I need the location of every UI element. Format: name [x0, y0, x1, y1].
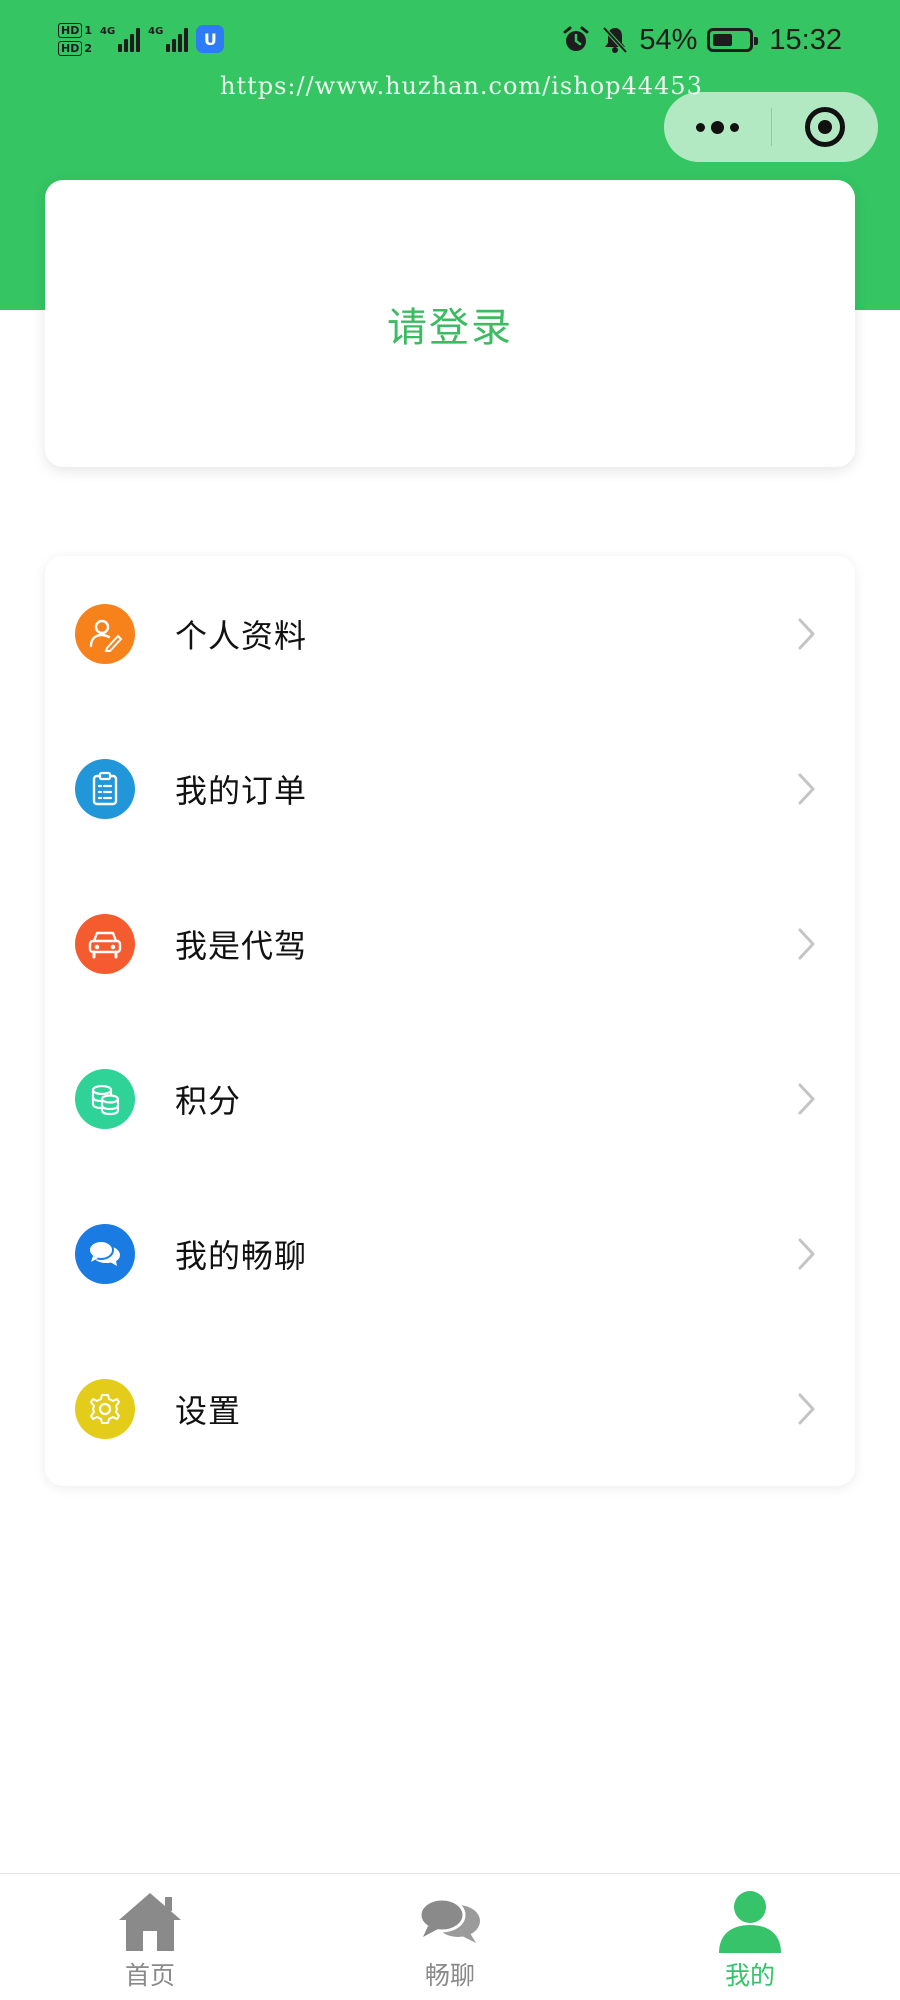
signal-2-icon: 4G — [148, 26, 189, 52]
tab-mine[interactable]: 我的 — [600, 1874, 900, 2000]
hd-num-1: 1 — [84, 23, 92, 37]
app-notification-icon: U — [196, 25, 225, 53]
hd-tag-2: HD — [58, 40, 83, 56]
tab-chat[interactable]: 畅聊 — [300, 1874, 600, 2000]
signal-1-icon: 4G — [100, 26, 141, 52]
hd-num-2: 2 — [84, 41, 92, 55]
menu-item-profile[interactable]: 个人资料 — [45, 556, 855, 711]
tab-label: 我的 — [724, 1961, 775, 1990]
profile-edit-icon — [75, 603, 135, 664]
menu-item-label: 积分 — [175, 1081, 242, 1120]
chat-bubbles-icon — [75, 1223, 135, 1284]
chevron-right-icon — [798, 1238, 815, 1269]
user-icon — [717, 1886, 783, 1956]
signal-2-label: 4G — [148, 26, 164, 37]
menu-item-label: 我是代驾 — [175, 926, 308, 965]
tab-label: 畅聊 — [424, 1961, 475, 1990]
tab-bar: 首页 畅聊 我的 — [0, 1873, 900, 2000]
menu-item-label: 我的畅聊 — [175, 1236, 308, 1275]
status-bar: HD 1 HD 2 4G 4G U 54% 15:32 — [0, 0, 900, 80]
menu-card: 个人资料 我的订单 我是代驾 积分 我的畅聊 设置 — [45, 556, 855, 1486]
car-icon — [75, 913, 135, 974]
tab-label: 首页 — [124, 1961, 175, 1990]
menu-item-label: 我的订单 — [175, 771, 308, 810]
hd-tag-1: HD — [58, 22, 83, 38]
menu-item-driver[interactable]: 我是代驾 — [45, 866, 855, 1021]
menu-item-settings[interactable]: 设置 — [45, 1331, 855, 1486]
status-bar-right: 54% 15:32 — [561, 20, 842, 60]
more-dots-icon[interactable] — [664, 92, 771, 162]
watermark-url: https://www.huzhan.com/ishop44453 — [220, 72, 703, 100]
chevron-right-icon — [798, 1393, 815, 1424]
miniprogram-capsule — [664, 92, 878, 162]
battery-icon — [707, 28, 759, 52]
hd-indicators: HD 1 HD 2 — [58, 22, 92, 56]
clipboard-list-icon — [75, 758, 135, 819]
chevron-right-icon — [798, 1083, 815, 1114]
login-prompt[interactable]: 请登录 — [387, 295, 513, 353]
battery-percent: 54% — [639, 23, 698, 56]
coin-stack-icon — [75, 1068, 135, 1129]
signal-1-label: 4G — [100, 26, 116, 37]
gear-icon — [75, 1378, 135, 1439]
menu-item-chats[interactable]: 我的畅聊 — [45, 1176, 855, 1331]
battery-fill — [713, 34, 732, 46]
target-close-icon[interactable] — [772, 92, 878, 162]
menu-item-orders[interactable]: 我的订单 — [45, 711, 855, 866]
alarm-icon — [563, 26, 589, 51]
menu-item-label: 设置 — [175, 1391, 242, 1430]
mute-bell-icon — [602, 26, 628, 54]
home-icon — [115, 1886, 185, 1956]
tab-home[interactable]: 首页 — [0, 1874, 300, 2000]
chevron-right-icon — [798, 618, 815, 649]
hd-indicator-1: HD 1 — [58, 22, 92, 38]
chat-icon — [418, 1886, 482, 1956]
chevron-right-icon — [798, 928, 815, 959]
menu-item-points[interactable]: 积分 — [45, 1021, 855, 1176]
clock: 15:32 — [769, 23, 842, 56]
chevron-right-icon — [798, 773, 815, 804]
login-card[interactable]: 请登录 — [45, 180, 855, 467]
hd-indicator-2: HD 2 — [58, 40, 92, 56]
menu-item-label: 个人资料 — [175, 616, 308, 655]
status-bar-left: HD 1 HD 2 4G 4G U — [58, 14, 225, 64]
